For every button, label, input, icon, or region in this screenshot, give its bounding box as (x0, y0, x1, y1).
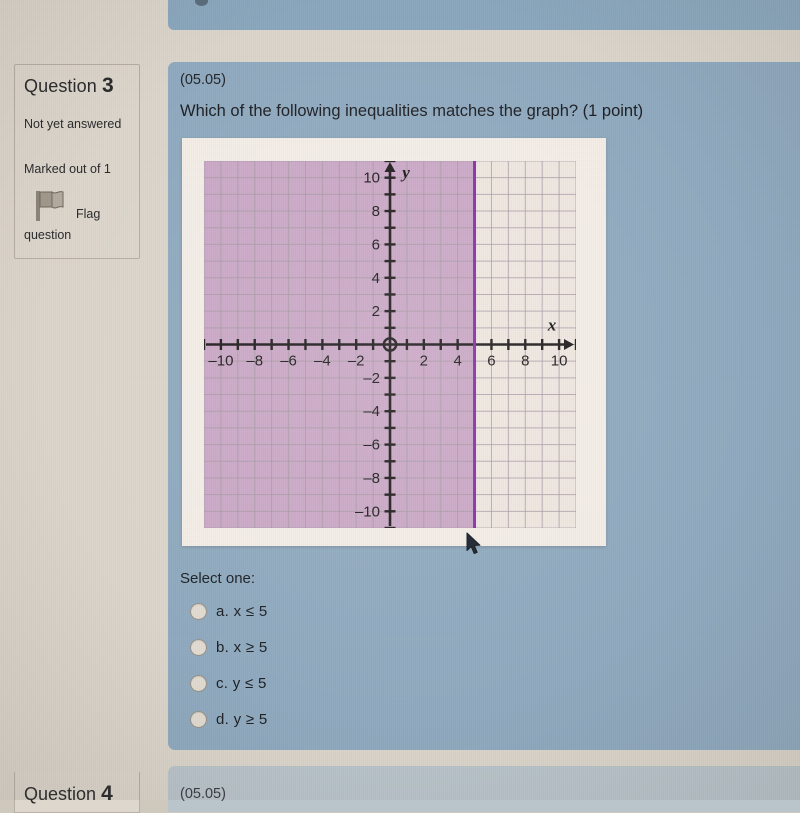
y-tick-label: 8 (372, 203, 380, 220)
y-tick-label: 6 (372, 236, 380, 253)
question-heading-prefix: Question (24, 76, 97, 96)
radio-option-b[interactable] (190, 638, 207, 656)
flag-icon (36, 191, 64, 221)
flag-label-second-line: question (24, 228, 72, 242)
question-info-box: Question 3 Not yet answered Marked out o… (14, 64, 140, 259)
question-code: (05.05) (180, 72, 226, 88)
answer-label-d: d. y ≥ 5 (216, 710, 268, 728)
x-tick-label: 8 (521, 353, 529, 370)
x-tick-label: 10 (551, 353, 568, 370)
answer-option-a[interactable]: a. x ≤ 5 (190, 600, 268, 622)
y-tick-label: –10 (355, 503, 380, 520)
inequality-graph: –10 –8 –6 –4 –2 2 4 6 8 10 10 8 6 4 2 –2 –4 –6 –8 –10 x y (202, 159, 578, 530)
answer-option-d[interactable]: d. y ≥ 5 (190, 708, 268, 730)
radio-option-d[interactable] (190, 710, 207, 728)
flag-question-control[interactable]: Flag question (24, 189, 134, 249)
y-tick-label: –2 (363, 370, 380, 387)
answer-option-c[interactable]: c. y ≤ 5 (190, 672, 267, 694)
coordinate-plane: –10 –8 –6 –4 –2 2 4 6 8 10 10 8 6 4 2 –2 –4 –6 –8 –10 x y (202, 159, 578, 530)
previous-question-panel (168, 0, 800, 30)
answer-label-c: c. y ≤ 5 (216, 674, 267, 692)
y-axis-label: y (400, 163, 410, 182)
question-number: 3 (101, 74, 114, 97)
next-question-heading: Question 4 (24, 782, 113, 805)
question-marks: Marked out of 1 (24, 162, 111, 176)
x-tick-label: 6 (487, 353, 495, 370)
radio-option-a[interactable] (190, 602, 207, 620)
x-tick-label: 2 (420, 353, 428, 370)
x-tick-label: –6 (280, 353, 297, 370)
x-tick-label: –2 (348, 353, 365, 370)
next-question-panel (168, 766, 800, 812)
graph-image-card: –10 –8 –6 –4 –2 2 4 6 8 10 10 8 6 4 2 –2 –4 –6 –8 –10 x y (182, 138, 606, 546)
x-tick-label: 4 (453, 353, 461, 370)
x-tick-label: –4 (314, 353, 331, 370)
radio-option-c[interactable] (190, 674, 207, 692)
select-one-label: Select one: (180, 570, 256, 587)
answer-label-a: a. x ≤ 5 (216, 602, 268, 620)
flag-label: Flag (76, 207, 101, 221)
y-tick-label: –4 (363, 403, 380, 420)
x-tick-label: –10 (208, 353, 233, 370)
y-tick-label: 4 (372, 270, 380, 287)
question-text: Which of the following inequalities matc… (180, 102, 644, 120)
question-status: Not yet answered (24, 117, 122, 131)
x-tick-label: –8 (246, 353, 263, 370)
question-heading: Question 3 (24, 74, 114, 98)
answer-option-b[interactable]: b. x ≥ 5 (190, 636, 268, 658)
mouse-pointer-icon (466, 532, 481, 555)
y-tick-label: –8 (363, 470, 380, 487)
y-tick-label: 10 (363, 170, 380, 187)
y-tick-label: –6 (363, 437, 380, 454)
answer-label-b: b. x ≥ 5 (216, 638, 268, 656)
y-tick-label: 2 (372, 303, 380, 320)
next-question-info-box: Question 4 (14, 772, 140, 813)
x-axis-label: x (547, 316, 557, 335)
